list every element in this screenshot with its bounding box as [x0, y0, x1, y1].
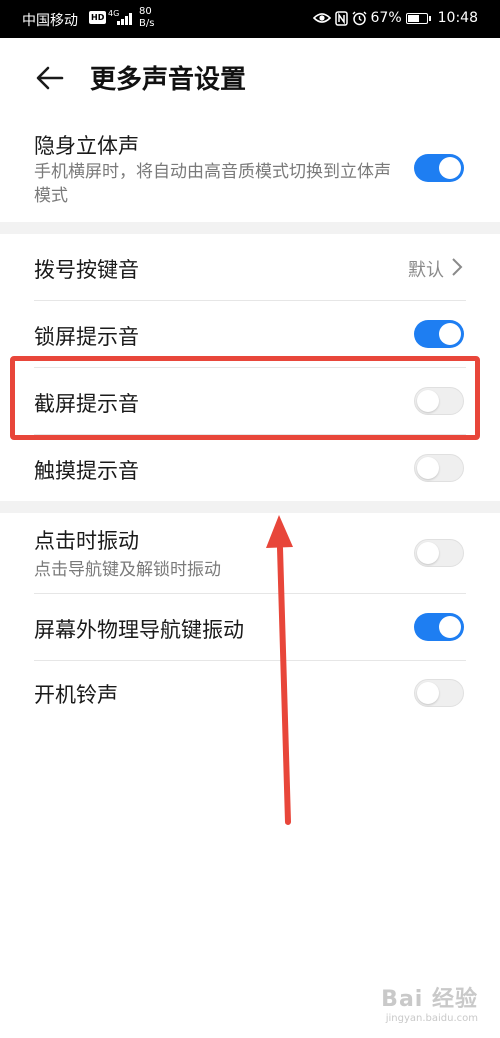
lock-sound-label: 锁屏提示音	[34, 325, 139, 349]
back-arrow-icon[interactable]	[32, 60, 68, 96]
hd-badge: HD	[89, 11, 107, 24]
stereo-description: 手机横屏时，将自动由高音质模式切换到立体声模式	[34, 162, 391, 206]
app-header: 更多声音设置	[0, 38, 500, 118]
vibrate-click-label: 点击时振动	[34, 529, 139, 553]
nav-vibrate-toggle[interactable]	[414, 613, 464, 641]
stereo-toggle[interactable]	[414, 154, 464, 182]
section-separator	[0, 222, 500, 234]
watermark: Bai 经验 jingyan.baidu.com	[381, 981, 478, 1024]
vibrate-click-description: 点击导航键及解锁时振动	[34, 560, 221, 580]
boot-ringtone-label: 开机铃声	[34, 683, 118, 707]
signal-icon	[117, 13, 132, 25]
setting-row-dial-tone[interactable]: 拨号按键音 默认	[0, 234, 500, 300]
net-speed-value: 80	[139, 6, 152, 17]
setting-row-nav-vibrate[interactable]: 屏幕外物理导航键振动	[0, 594, 500, 660]
vibrate-click-toggle[interactable]	[414, 539, 464, 567]
net-speed: 80 B/s	[139, 6, 154, 30]
watermark-logo: Bai 经验	[381, 987, 478, 1012]
status-bar: 中国移动 HD 4G 80 B/s 67% 10:48	[0, 0, 500, 38]
setting-row-vibrate-click[interactable]: 点击时振动 点击导航键及解锁时振动	[0, 513, 500, 593]
touch-sound-toggle[interactable]	[414, 454, 464, 482]
stereo-label: 隐身立体声	[34, 134, 139, 158]
lock-sound-toggle[interactable]	[414, 320, 464, 348]
nfc-icon	[334, 10, 348, 26]
boot-ringtone-toggle[interactable]	[414, 679, 464, 707]
net-speed-unit: B/s	[139, 18, 155, 29]
dial-tone-label: 拨号按键音	[34, 258, 139, 282]
section-separator	[0, 501, 500, 513]
dial-tone-value: 默认	[408, 260, 444, 281]
clock: 10:48	[437, 10, 478, 26]
setting-row-touch-sound[interactable]: 触摸提示音	[0, 435, 500, 501]
setting-row-stereo[interactable]: 隐身立体声 手机横屏时，将自动由高音质模式切换到立体声模式	[0, 118, 500, 222]
nav-vibrate-label: 屏幕外物理导航键振动	[34, 618, 244, 642]
watermark-url: jingyan.baidu.com	[385, 1013, 478, 1024]
carrier-name: 中国移动	[22, 13, 78, 29]
battery-icon	[405, 12, 431, 24]
highlight-box	[10, 356, 480, 440]
setting-row-boot-ringtone[interactable]: 开机铃声	[0, 661, 500, 727]
status-icons: 67% 10:48	[312, 10, 478, 26]
chevron-right-icon	[452, 258, 463, 276]
page-title: 更多声音设置	[90, 65, 247, 95]
eye-comfort-icon	[312, 13, 331, 23]
touch-sound-label: 触摸提示音	[34, 459, 139, 483]
alarm-icon	[352, 11, 367, 25]
battery-percent: 67%	[370, 10, 402, 26]
